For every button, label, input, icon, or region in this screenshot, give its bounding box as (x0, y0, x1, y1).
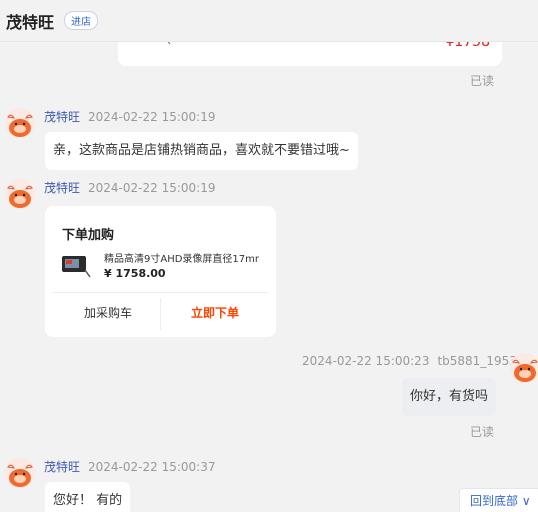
cow-mascot-icon (5, 108, 35, 138)
divider (53, 292, 268, 293)
product-thumbnail-icon (167, 42, 171, 45)
user-avatar[interactable] (510, 353, 538, 383)
message-time: 2024-02-22 15:00:37 (88, 460, 216, 474)
sender-name: tb5881_1953 (437, 354, 517, 368)
shop-name: 茂特旺 (6, 12, 55, 32)
enter-shop-button[interactable]: 进店 (64, 11, 99, 30)
product-price: ¥1758 (445, 42, 490, 50)
message-meta: 2024-02-22 15:00:23 tb5881_1953 (302, 354, 517, 368)
buy-now-button[interactable]: 立即下单 (160, 304, 270, 321)
order-card: 下单加购 精品高清9寸AHD录像屏直径17mr ¥ 1758.00 加采购车 立… (45, 206, 276, 337)
chat-area[interactable]: ¥1758 已读 茂特旺 2024-02-22 15:00:19 亲，这款商品是店… (0, 42, 538, 512)
add-to-cart-button[interactable]: 加采购车 (53, 304, 163, 321)
product-card[interactable]: ¥1758 (118, 42, 502, 66)
monitor-case-icon[interactable] (61, 250, 91, 280)
message-time: 2024-02-22 15:00:23 (302, 354, 430, 368)
cow-mascot-icon (5, 179, 35, 209)
order-card-title: 下单加购 (62, 228, 115, 243)
sender-name: 茂特旺 (44, 110, 81, 124)
message-bubble: 您好！ 有的 (45, 482, 131, 512)
sender-name: 茂特旺 (44, 181, 81, 195)
cow-mascot-icon (510, 353, 538, 383)
seller-avatar[interactable] (5, 179, 35, 209)
chat-header: 茂特旺 进店 (0, 0, 538, 42)
seller-avatar[interactable] (5, 108, 35, 138)
read-status: 已读 (470, 74, 495, 88)
message-bubble: 亲，这款商品是店铺热销商品，喜欢就不要错过哦~ (45, 132, 358, 170)
product-price: ¥ 1758.00 (104, 267, 166, 280)
product-name[interactable]: 精品高清9寸AHD录像屏直径17mr (104, 250, 264, 265)
seller-avatar[interactable] (5, 458, 35, 488)
message-meta: 茂特旺 2024-02-22 15:00:19 (44, 108, 215, 125)
back-to-bottom-button[interactable]: 回到底部 ∨ (459, 488, 538, 512)
read-status: 已读 (470, 425, 495, 439)
sender-name: 茂特旺 (44, 460, 81, 474)
message-time: 2024-02-22 15:00:19 (88, 181, 216, 195)
message-meta: 茂特旺 2024-02-22 15:00:19 (44, 179, 215, 196)
message-bubble: 你好，有货吗 (402, 378, 497, 416)
message-meta: 茂特旺 2024-02-22 15:00:37 (44, 458, 215, 475)
cow-mascot-icon (5, 458, 35, 488)
message-time: 2024-02-22 15:00:19 (88, 110, 216, 124)
